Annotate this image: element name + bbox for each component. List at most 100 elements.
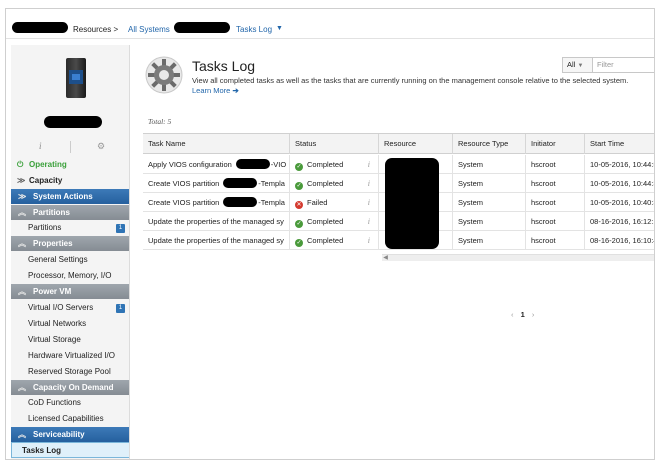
sidebar-item-virtual-io-servers[interactable]: Virtual I/O Servers 1 <box>11 300 129 316</box>
learn-more-link[interactable]: Learn More ➔ <box>192 86 239 95</box>
task-name-suffix: -Templa <box>258 198 285 207</box>
sidebar-section-system-actions[interactable]: ≫ System Actions <box>11 189 129 204</box>
failed-icon: ✕ <box>295 201 303 209</box>
sidebar-item-virtual-storage[interactable]: Virtual Storage <box>11 332 129 348</box>
pagination: ‹ 1 › <box>511 310 534 319</box>
cell-task-name[interactable]: Update the properties of the managed sy <box>143 212 290 231</box>
section-label: Partitions <box>33 208 70 217</box>
sidebar-section-capacity-on-demand[interactable]: ︽ Capacity On Demand <box>11 380 129 395</box>
task-name-text: Create VIOS partition <box>148 179 220 188</box>
cell-resource-type: System <box>453 231 526 250</box>
breadcrumb-all-systems[interactable]: All Systems <box>128 25 170 34</box>
chevron-down-icon: ≫ <box>18 192 27 201</box>
total-count: Total: 5 <box>148 117 172 126</box>
column-header-status[interactable]: Status <box>290 134 379 154</box>
cell-task-name[interactable]: Create VIOS partition -Templa <box>143 193 290 212</box>
scroll-left-arrow-icon[interactable]: ◀ <box>382 255 389 262</box>
filter-control: All ▼ Filter <box>562 57 654 73</box>
sidebar-item-virtual-networks[interactable]: Virtual Networks <box>11 316 129 332</box>
status-text: Completed <box>307 160 344 169</box>
cell-task-name[interactable]: Create VIOS partition -Templa <box>143 174 290 193</box>
capacity-label: Capacity <box>29 176 63 185</box>
cell-initiator: hscroot <box>526 155 585 174</box>
column-header-task-name[interactable]: Task Name <box>143 134 290 154</box>
section-label: Capacity On Demand <box>33 383 114 392</box>
breadcrumb: Resources > All Systems Tasks Log ▼ <box>6 9 654 39</box>
task-name-text: Update the properties of the managed sy <box>148 217 284 226</box>
item-label: Virtual Networks <box>28 319 87 328</box>
status-text: Completed <box>307 217 344 226</box>
cell-initiator: hscroot <box>526 193 585 212</box>
sidebar-section-serviceability[interactable]: ︽ Serviceability <box>11 427 129 442</box>
sidebar-item-processor-memory-io[interactable]: Processor, Memory, I/O <box>11 268 129 284</box>
prev-page-button[interactable]: ‹ <box>511 310 514 319</box>
cell-resource-type: System <box>453 212 526 231</box>
breadcrumb-resources[interactable]: Resources > <box>73 25 118 34</box>
operating-label: Operating <box>29 160 67 169</box>
cell-status: ✕ Failed i <box>290 193 379 212</box>
filter-scope-value: All <box>567 60 576 69</box>
column-header-initiator[interactable]: Initiator <box>526 134 585 154</box>
filter-input[interactable]: Filter <box>594 58 654 72</box>
info-icon[interactable]: i <box>368 231 370 250</box>
gear-icon <box>145 56 183 94</box>
chevron-down-double-icon: ≫ <box>17 176 26 185</box>
info-icon[interactable]: i <box>368 212 370 231</box>
item-label: General Settings <box>28 255 88 264</box>
cell-task-name[interactable]: Update the properties of the managed sy <box>143 231 290 250</box>
sidebar-item-reserved-storage-pool[interactable]: Reserved Storage Pool <box>11 364 129 380</box>
redacted-system-label <box>44 116 102 128</box>
divider <box>70 141 71 153</box>
info-icon[interactable]: i <box>368 155 370 174</box>
sidebar-item-cod-functions[interactable]: CoD Functions <box>11 395 129 411</box>
sidebar-capacity[interactable]: ≫ Capacity <box>11 173 129 189</box>
count-badge: 1 <box>116 304 125 313</box>
info-icon[interactable]: i <box>39 141 42 151</box>
arrow-right-icon: ➔ <box>232 86 239 95</box>
column-header-start-time[interactable]: Start Time <box>585 134 654 154</box>
main-content: Tasks Log View all completed tasks as we… <box>136 45 655 459</box>
cell-start-time: 08-16-2016, 16:10:4 <box>590 236 655 245</box>
cell-resource-type: System <box>453 174 526 193</box>
info-icon[interactable]: i <box>368 193 370 212</box>
task-name-text: Create VIOS partition <box>148 198 220 207</box>
section-label: Serviceability <box>33 430 85 439</box>
cell-status: ✓ Completed i <box>290 174 379 193</box>
redacted-partition-name <box>223 178 258 188</box>
cell-initiator: hscroot <box>526 212 585 231</box>
filter-scope-select[interactable]: All ▼ <box>563 58 593 72</box>
status-text: Failed <box>307 198 328 207</box>
item-label: Virtual Storage <box>28 335 81 344</box>
cell-task-name[interactable]: Apply VIOS configuration -VIO <box>143 155 290 174</box>
task-name-text: Apply VIOS configuration <box>148 160 232 169</box>
status-text: Completed <box>307 236 344 245</box>
cell-start-time: 10-05-2016, 10:40:3 <box>590 198 655 207</box>
cell-start-time: 10-05-2016, 10:44:3 <box>590 179 655 188</box>
task-name-suffix: -Templa <box>258 179 285 188</box>
column-header-resource-type[interactable]: Resource Type <box>453 134 526 154</box>
sidebar-section-properties[interactable]: ︽ Properties <box>11 236 129 251</box>
next-page-button[interactable]: › <box>532 310 535 319</box>
item-label: CoD Functions <box>28 398 81 407</box>
table-header: Task Name Status Resource Resource Type … <box>143 134 654 154</box>
sidebar-item-tasks-log[interactable]: Tasks Log <box>11 442 129 458</box>
section-label: Properties <box>33 239 73 248</box>
chevron-down-icon[interactable]: ▼ <box>276 25 283 32</box>
sidebar-section-power-vm[interactable]: ︽ Power VM <box>11 284 129 299</box>
horizontal-scrollbar[interactable]: ◀ <box>382 254 654 262</box>
cell-initiator: hscroot <box>526 174 585 193</box>
sidebar-item-licensed-capabilities[interactable]: Licensed Capabilities <box>11 411 129 427</box>
sidebar-item-partitions[interactable]: Partitions 1 <box>11 220 129 236</box>
redacted-resource-names <box>385 158 439 249</box>
breadcrumb-tasks-log[interactable]: Tasks Log <box>236 25 272 34</box>
sidebar-item-hardware-virtualized-io[interactable]: Hardware Virtualized I/O <box>11 348 129 364</box>
sidebar-section-partitions[interactable]: ︽ Partitions <box>11 205 129 220</box>
settings-icon[interactable]: ⚙ <box>97 141 105 152</box>
sidebar-item-general-settings[interactable]: General Settings <box>11 252 129 268</box>
info-icon[interactable]: i <box>368 174 370 193</box>
column-header-resource[interactable]: Resource <box>379 134 453 154</box>
chevron-up-icon: ︽ <box>18 239 26 248</box>
current-page[interactable]: 1 <box>521 310 525 319</box>
success-check-icon: ✓ <box>295 220 303 228</box>
redacted-hmc-name <box>12 22 68 33</box>
